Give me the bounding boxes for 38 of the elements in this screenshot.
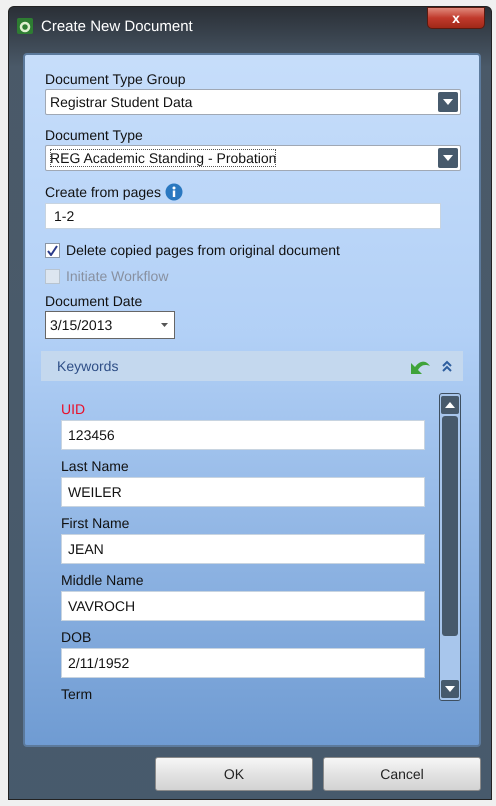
section-title: Keywords — [57, 358, 120, 374]
checkbox[interactable] — [45, 242, 60, 258]
checkbox-label: Delete copied pages from original document — [66, 242, 340, 258]
date-picker[interactable]: 3/15/2013 — [45, 311, 175, 339]
field-label: Create from pages — [45, 184, 161, 200]
field-label: Term — [61, 686, 94, 702]
scrollbar[interactable] — [439, 393, 461, 701]
field-label: Last Name — [61, 458, 130, 474]
window-title: Create New Document — [41, 18, 193, 34]
keyword-input[interactable]: VAVROCH — [61, 591, 425, 621]
field-label: UID — [61, 401, 86, 417]
checkbox-label: Initiate Workflow — [66, 268, 168, 284]
field-label: Middle Name — [61, 572, 144, 588]
caret-icon — [161, 323, 168, 327]
scroll-down-icon[interactable] — [445, 686, 455, 692]
app-icon — [17, 18, 33, 34]
caret-icon — [443, 99, 453, 105]
dialog-button[interactable]: OK — [155, 757, 313, 791]
collapse-icon[interactable] — [441, 360, 453, 372]
keyword-input[interactable]: 2/11/1952 — [61, 648, 425, 678]
dropdown-field[interactable]: REG Academic Standing - Probation — [45, 145, 461, 171]
info-icon[interactable] — [164, 183, 183, 201]
keyword-input[interactable]: JEAN — [61, 534, 425, 564]
dropdown-button[interactable] — [438, 148, 458, 168]
dropdown-button[interactable] — [438, 92, 458, 112]
caret-icon — [443, 155, 453, 161]
close-button[interactable]: x — [427, 7, 485, 29]
field-label: Document Type — [45, 127, 144, 143]
field-label: First Name — [61, 515, 130, 531]
dialog-button[interactable]: Cancel — [323, 757, 481, 791]
field-label: DOB — [61, 629, 92, 645]
pages-input[interactable]: 1-2 — [45, 203, 441, 229]
keyword-input[interactable]: 123456 — [61, 420, 425, 450]
keyword-input[interactable]: WEILER — [61, 477, 425, 507]
field-label: Document Date — [45, 293, 144, 309]
scroll-up-icon[interactable] — [445, 402, 455, 408]
dropdown-field[interactable]: Registrar Student Data — [45, 89, 461, 115]
field-label: Document Type Group — [45, 71, 187, 87]
